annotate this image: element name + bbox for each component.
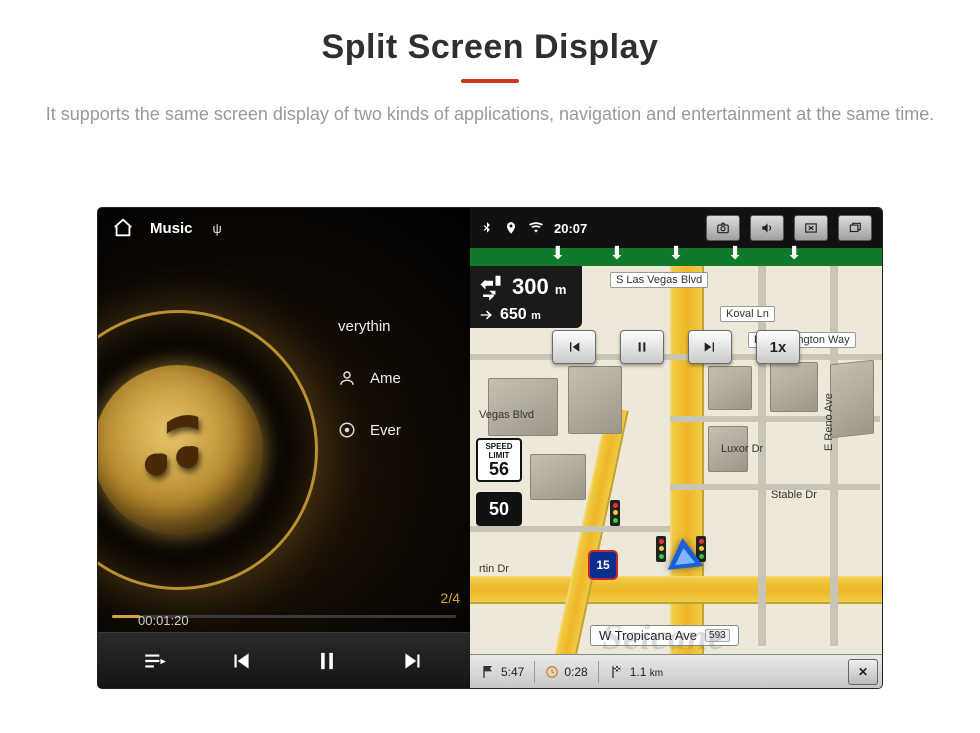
music-body: verythin Ame Ever 2/4 00:01:20 — [98, 248, 470, 688]
disc-icon — [338, 421, 356, 439]
sim-prev-icon[interactable] — [552, 330, 596, 364]
time-remaining-cell[interactable]: 0:28 — [535, 665, 597, 679]
music-header-label: Music — [150, 220, 193, 237]
clock: 20:07 — [554, 221, 587, 236]
current-street-banner: W Tropicana Ave 593 — [590, 625, 739, 646]
pause-icon[interactable] — [312, 646, 342, 676]
album-partial: Ever — [370, 422, 401, 439]
street-label: rtin Dr — [474, 562, 514, 576]
volume-icon[interactable] — [750, 215, 784, 241]
right-arrow-icon — [478, 307, 494, 323]
bluetooth-icon — [480, 221, 494, 235]
current-speed: 50 — [476, 492, 522, 526]
multitask-icon[interactable] — [838, 215, 872, 241]
album-art-ring — [98, 310, 318, 590]
sim-speed-button[interactable]: 1x — [756, 330, 800, 364]
wifi-icon — [528, 221, 544, 235]
street-label: E Reno Ave — [822, 388, 836, 456]
lane-arrow-icon: ⬇ — [728, 246, 743, 260]
street-label: Koval Ln — [720, 306, 775, 322]
interstate-shield: 15 — [588, 550, 618, 580]
title-underline — [461, 79, 519, 83]
lane-arrow-icon: ⬇ — [550, 246, 565, 260]
flag-icon — [480, 664, 496, 680]
street-label: Vegas Blvd — [474, 408, 539, 422]
album-row: Ever — [338, 421, 401, 439]
person-icon — [338, 369, 356, 387]
artist-row: Ame — [338, 369, 401, 387]
track-title-row: verythin — [338, 318, 401, 335]
artist-partial: Ame — [370, 370, 401, 387]
distance-remaining-cell[interactable]: 1.1 km — [599, 664, 673, 680]
album-art-icon — [98, 365, 263, 535]
music-controls — [98, 632, 470, 688]
track-counter: 2/4 — [441, 590, 460, 606]
location-icon — [504, 221, 518, 235]
street-label: Luxor Dr — [716, 442, 768, 456]
playlist-icon[interactable] — [140, 646, 170, 676]
turn-instruction: 300 m 650 m — [470, 266, 582, 328]
close-sim-button[interactable]: ✕ — [848, 659, 878, 685]
page-subtitle: It supports the same screen display of t… — [40, 101, 940, 128]
speed-limit-sign: SPEED LIMIT 56 — [476, 438, 522, 482]
destination-flag-icon — [609, 664, 625, 680]
music-status-bar: Music ψ — [98, 208, 470, 248]
lane-arrow-icon: ⬇ — [609, 246, 624, 260]
next-track-icon[interactable] — [398, 646, 428, 676]
lane-arrow-icon: ⬇ — [787, 246, 802, 260]
sim-pause-icon[interactable] — [620, 330, 664, 364]
nav-pane: 20:07 ⬇ ⬇ ⬇ ⬇ ⬇ — [470, 208, 882, 688]
turn-left-then-right-icon — [478, 272, 508, 302]
device-screen: Music ψ verythin — [98, 208, 882, 688]
usb-icon: ψ — [213, 221, 222, 236]
close-window-icon[interactable] — [794, 215, 828, 241]
street-label: Stable Dr — [766, 488, 822, 502]
lane-arrow-icon: ⬇ — [668, 246, 683, 260]
sim-next-icon[interactable] — [688, 330, 732, 364]
lane-guidance-strip: ⬇ ⬇ ⬇ ⬇ ⬇ — [470, 248, 882, 266]
music-pane: Music ψ verythin — [98, 208, 470, 688]
street-label: S Las Vegas Blvd — [610, 272, 708, 288]
track-title-partial: verythin — [338, 318, 391, 335]
elapsed-time: 00:01:20 — [138, 613, 189, 628]
vehicle-position-icon — [665, 536, 704, 570]
nav-bottom-bar: 5:47 0:28 1.1 km ✕ — [470, 654, 882, 688]
track-list: verythin Ame Ever — [338, 318, 401, 439]
nav-status-bar: 20:07 — [470, 208, 882, 248]
screenshot-icon[interactable] — [706, 215, 740, 241]
page-title: Split Screen Display — [0, 28, 980, 67]
clock-icon — [545, 665, 559, 679]
eta-cell[interactable]: 5:47 — [470, 664, 534, 680]
prev-track-icon[interactable] — [226, 646, 256, 676]
home-icon[interactable] — [112, 217, 134, 239]
